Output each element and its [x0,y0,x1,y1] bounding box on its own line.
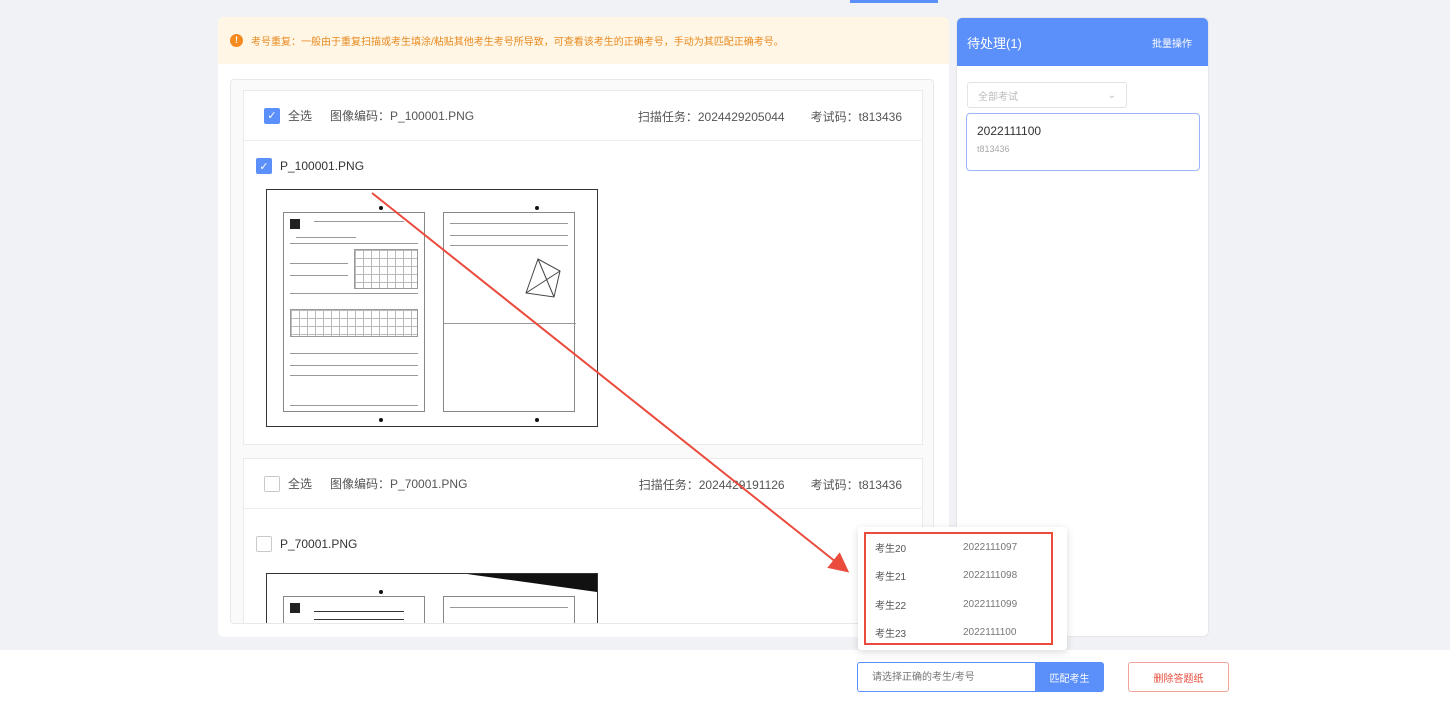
candidate-name: 考生21 [875,571,907,583]
select-all-label: 全选 [288,109,313,123]
top-tab-indicator [850,0,938,3]
exam-code: 考试码：t813436 [810,109,902,124]
delete-sheet-button[interactable]: 删除答题纸 [1128,662,1229,692]
pending-title: 待处理(1) [967,35,1022,51]
footer-bar [0,650,1450,701]
select-all-label: 全选 [288,477,313,491]
sheet-block: 全选 图像编码：P_70001.PNG 扫描任务：2024429191126 考… [243,458,923,623]
candidate-number: 2022111097 [963,541,1018,553]
candidate-option[interactable]: 考生23 2022111100 [875,622,1045,642]
file-name: P_100001.PNG [280,159,365,173]
file-checkbox[interactable]: ✓ [256,158,272,174]
image-code: 图像编码：P_70001.PNG [330,477,468,491]
candidate-option[interactable]: 考生20 2022111097 [875,537,1045,557]
block-header: 全选 图像编码：P_70001.PNG 扫描任务：2024429191126 考… [244,459,922,509]
candidate-search-input[interactable] [857,662,1035,692]
candidate-option[interactable]: 考生22 2022111099 [875,594,1045,614]
select-all-checkbox[interactable]: ✓ [264,107,280,124]
answer-sheet-image[interactable] [266,189,598,427]
scan-task: 扫描任务：2024429205044 [637,109,785,124]
candidate-number: 2022111100 [963,626,1017,638]
candidate-option[interactable]: 考生21 2022111098 [875,565,1045,585]
pending-item[interactable]: 2022111100 t813436 [966,113,1200,171]
exam-code: 考试码：t813436 [810,477,902,492]
warning-icon: ! [230,34,243,47]
candidate-name: 考生23 [875,628,907,640]
file-row[interactable]: P_70001.PNG [244,531,922,557]
pending-item-id: 2022111100 [977,124,1042,138]
block-header: ✓ 全选 图像编码：P_100001.PNG 扫描任务：202442920504… [244,91,922,141]
exam-filter-select[interactable]: 全部考试 ⌄ [967,82,1127,108]
pending-item-code: t813436 [977,144,1010,154]
sheet-list[interactable]: ✓ 全选 图像编码：P_100001.PNG 扫描任务：202442920504… [230,79,934,624]
candidate-number: 2022111098 [963,569,1018,581]
exam-filter-value: 全部考试 [978,91,1018,103]
select-all-checkbox[interactable] [264,475,280,492]
match-candidate-button[interactable]: 匹配考生 [1035,662,1104,692]
file-checkbox[interactable] [256,536,272,552]
chevron-down-icon: ⌄ [1107,89,1116,101]
file-name: P_70001.PNG [280,537,358,551]
main-panel: ! 考号重复：一般由于重复扫描或考生填涂/粘贴其他考生考号所导致，可查看该考生的… [218,17,949,637]
batch-operation-button[interactable]: 批量操作 [1152,35,1192,50]
answer-sheet-image[interactable] [266,573,598,623]
candidate-name: 考生22 [875,600,907,612]
scan-task: 扫描任务：2024429191126 [638,477,785,492]
candidate-name: 考生20 [875,543,907,555]
duplicate-notice: ! 考号重复：一般由于重复扫描或考生填涂/粘贴其他考生考号所导致，可查看该考生的… [218,17,949,64]
file-row[interactable]: ✓ P_100001.PNG [244,153,922,179]
notice-text: 考号重复：一般由于重复扫描或考生填涂/粘贴其他考生考号所导致，可查看该考生的正确… [251,37,784,48]
candidate-number: 2022111099 [963,598,1018,610]
pending-header: 待处理(1) 批量操作 [957,18,1208,66]
image-code: 图像编码：P_100001.PNG [330,109,475,123]
sheet-block: ✓ 全选 图像编码：P_100001.PNG 扫描任务：202442920504… [243,90,923,445]
